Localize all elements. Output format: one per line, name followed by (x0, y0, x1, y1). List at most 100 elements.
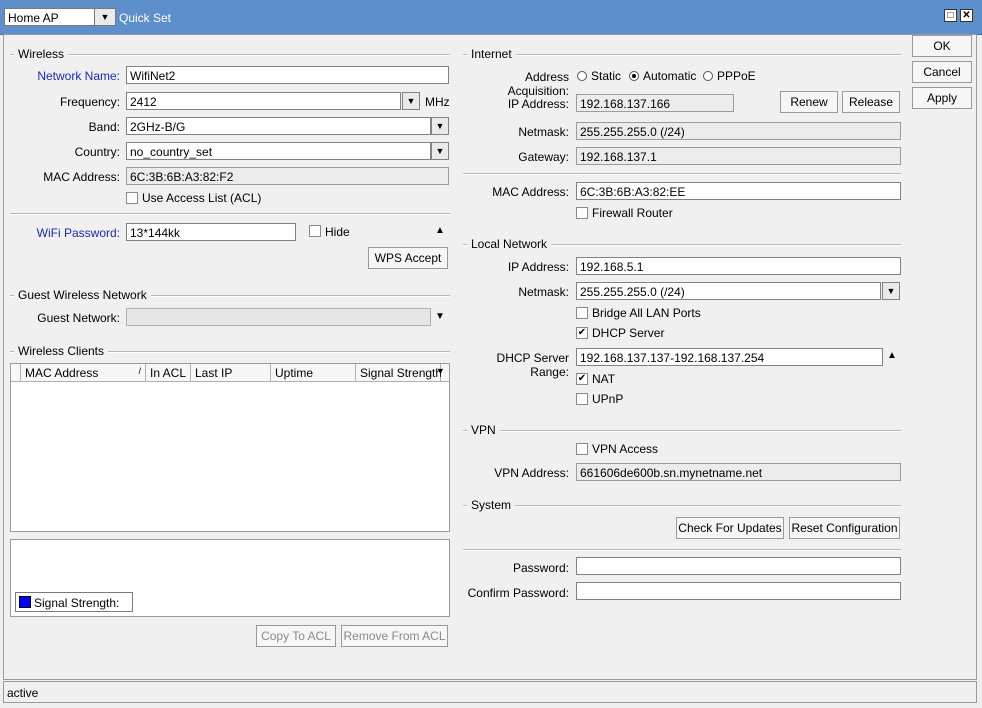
wifi-password-input[interactable]: 13*144kk (126, 223, 296, 241)
local-ip-input[interactable]: 192.168.5.1 (576, 257, 901, 275)
checkmark-icon: ✔ (577, 373, 587, 384)
dhcp-range-input[interactable]: 192.168.137.137-192.168.137.254 (576, 348, 883, 366)
columns-menu[interactable]: ▼ (436, 364, 449, 381)
internet-mac-input[interactable]: 6C:3B:6B:A3:82:EE (576, 182, 901, 200)
band-label: Band: (88, 120, 120, 134)
confirm-password-label: Confirm Password: (467, 586, 569, 600)
local-section-title: Local Network (467, 237, 552, 251)
ok-button[interactable]: OK (912, 35, 972, 57)
country-select[interactable]: no_country_set (126, 142, 431, 160)
legend-label: Signal Strength: (34, 596, 120, 610)
status-bar: active (3, 681, 977, 703)
password-input[interactable] (576, 557, 901, 575)
static-label: Static (591, 69, 622, 83)
network-name-label: Network Name: (37, 69, 120, 83)
divider (463, 549, 901, 551)
pppoe-radio[interactable] (703, 71, 713, 81)
internet-netmask-label: Netmask: (518, 125, 569, 139)
network-name-input[interactable]: WifiNet2 (126, 66, 449, 84)
maximize-icon[interactable]: □ (944, 9, 957, 22)
copy-to-acl-button[interactable]: Copy To ACL (256, 625, 336, 647)
acl-checkbox[interactable] (126, 192, 138, 204)
dhcp-checkbox[interactable]: ✔ (576, 327, 588, 339)
nat-checkbox[interactable]: ✔ (576, 373, 588, 385)
band-dropdown-icon[interactable]: ▼ (431, 117, 449, 135)
column-last-ip[interactable]: Last IP (191, 364, 271, 381)
collapse-up-icon[interactable]: ▲ (435, 225, 445, 236)
guest-network-select[interactable] (126, 308, 431, 326)
close-icon[interactable]: ✕ (960, 9, 973, 22)
signal-chart: Signal Strength: (10, 539, 450, 617)
vpn-address-label: VPN Address: (494, 466, 569, 480)
clients-section-title: Wireless Clients (14, 344, 109, 358)
system-section-title: System (467, 498, 516, 512)
divider (10, 213, 450, 215)
wifi-password-label: WiFi Password: (36, 226, 120, 240)
wireless-mac-value: 6C:3B:6B:A3:82:F2 (126, 167, 449, 185)
system-section-line (463, 505, 901, 507)
sort-icon: / (138, 366, 141, 376)
chevron-down-icon[interactable]: ▼ (94, 9, 115, 25)
check-updates-button[interactable]: Check For Updates (676, 517, 784, 539)
column-uptime[interactable]: Uptime (271, 364, 356, 381)
guest-section-title: Guest Wireless Network (14, 288, 151, 302)
column-mac-address[interactable]: MAC Address / (21, 364, 146, 381)
window-title: Quick Set (119, 11, 172, 25)
clients-table[interactable]: MAC Address / In ACL Last IP Uptime Sign… (10, 363, 450, 532)
vpn-section-line (463, 430, 901, 432)
mode-select-value: Home AP (8, 11, 59, 25)
status-text: active (7, 686, 39, 700)
country-label: Country: (74, 145, 120, 159)
static-radio[interactable] (577, 71, 587, 81)
column-in-acl[interactable]: In ACL (146, 364, 191, 381)
password-label: Password: (512, 561, 569, 575)
frequency-input[interactable]: 2412 (126, 92, 401, 110)
pppoe-label: PPPoE (717, 69, 756, 83)
automatic-label: Automatic (643, 69, 697, 83)
reset-configuration-button[interactable]: Reset Configuration (789, 517, 900, 539)
renew-button[interactable]: Renew (780, 91, 838, 113)
wireless-section-title: Wireless (14, 47, 69, 61)
firewall-label: Firewall Router (592, 206, 673, 220)
chevron-down-icon[interactable]: ▼ (435, 311, 445, 322)
hide-label: Hide (325, 225, 350, 239)
acl-label: Use Access List (ACL) (142, 191, 262, 205)
column-signal-strength[interactable]: Signal Strength (356, 364, 442, 381)
automatic-radio[interactable] (629, 71, 639, 81)
vpn-access-label: VPN Access (592, 442, 659, 456)
firewall-checkbox[interactable] (576, 207, 588, 219)
upnp-label: UPnP (592, 392, 624, 406)
local-netmask-select[interactable]: 255.255.255.0 (/24) (576, 282, 881, 300)
divider (463, 173, 901, 175)
collapse-up-icon[interactable]: ▲ (887, 350, 897, 361)
header-divider (11, 381, 449, 382)
band-select[interactable]: 2GHz-B/G (126, 117, 431, 135)
internet-mac-label: MAC Address: (492, 185, 569, 199)
remove-from-acl-button[interactable]: Remove From ACL (341, 625, 448, 647)
dhcp-range-label: DHCP Server Range: (496, 351, 569, 379)
dhcp-label: DHCP Server (592, 326, 665, 340)
bridge-checkbox[interactable] (576, 307, 588, 319)
confirm-password-input[interactable] (576, 582, 901, 600)
gateway-label: Gateway: (518, 150, 569, 164)
wps-accept-button[interactable]: WPS Accept (368, 247, 448, 269)
apply-button[interactable]: Apply (912, 87, 972, 109)
upnp-checkbox[interactable] (576, 393, 588, 405)
vpn-access-checkbox[interactable] (576, 443, 588, 455)
mode-select[interactable]: Home AP ▼ (4, 8, 116, 26)
frequency-dropdown-icon[interactable]: ▼ (402, 92, 420, 110)
internet-section-title: Internet (467, 47, 516, 61)
hide-checkbox[interactable] (309, 225, 321, 237)
chevron-down-icon[interactable]: ▼ (436, 366, 445, 376)
acquisition-label: Address Acquisition: (507, 70, 569, 98)
gateway-value: 192.168.137.1 (576, 147, 901, 165)
wireless-section-line (10, 54, 450, 56)
release-button[interactable]: Release (842, 91, 900, 113)
vpn-section-title: VPN (467, 423, 500, 437)
vpn-address-value: 661606de600b.sn.mynetname.net (576, 463, 901, 481)
country-dropdown-icon[interactable]: ▼ (431, 142, 449, 160)
netmask-dropdown-icon[interactable]: ▼ (882, 282, 900, 300)
cancel-button[interactable]: Cancel (912, 61, 972, 83)
bridge-label: Bridge All LAN Ports (592, 306, 701, 320)
internet-section-line (463, 54, 901, 56)
